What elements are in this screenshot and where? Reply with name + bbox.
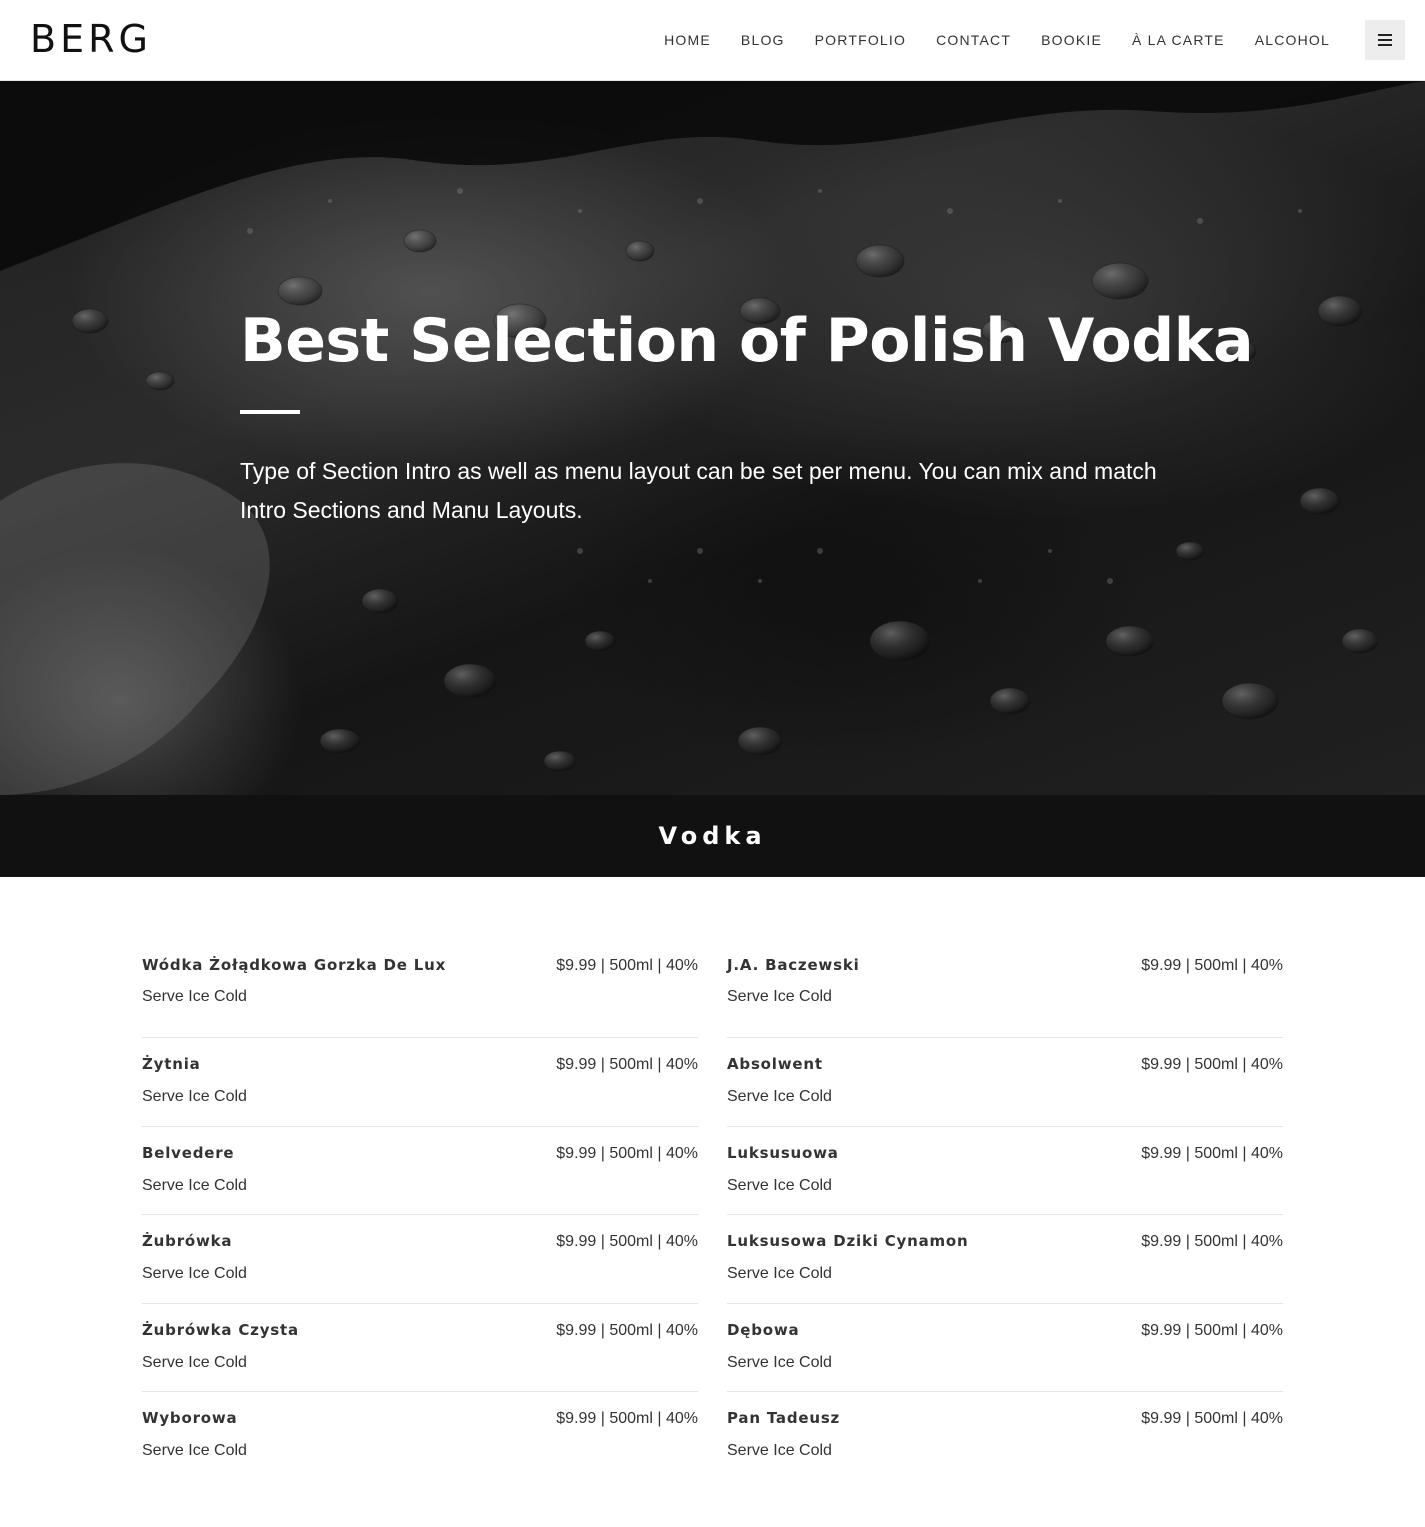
menu-item-price: $9.99 | 500ml | 40%	[1141, 1056, 1283, 1074]
menu-item-price: $9.99 | 500ml | 40%	[556, 1321, 698, 1339]
menu-item-description: Serve Ice Cold	[142, 1176, 247, 1194]
menu-item-price: $9.99 | 500ml | 40%	[1141, 1233, 1283, 1251]
nav-home[interactable]: HOME	[664, 30, 711, 50]
nav-contact[interactable]: CONTACT	[936, 30, 1011, 50]
logo-text: BERG	[30, 17, 152, 61]
menu-item-price: $9.99 | 500ml | 40%	[1141, 1144, 1283, 1162]
menu-item-price: $9.99 | 500ml | 40%	[556, 957, 698, 974]
menu-toggle-button[interactable]	[1365, 20, 1405, 60]
menu-item-name: Luksusuowa	[727, 1143, 839, 1162]
menu-item: Żytnia $9.99 | 500ml | 40% Serve Ice Col…	[142, 1038, 698, 1127]
section-title-band: Vodka	[0, 795, 1425, 877]
menu-item-description: Serve Ice Cold	[142, 1353, 247, 1371]
site-header: BERG HOME BLOG PORTFOLIO CONTACT BOOKIE …	[0, 0, 1425, 81]
hero-intro-text: Type of Section Intro as well as menu la…	[240, 458, 1157, 523]
menu-item-description: Serve Ice Cold	[727, 1441, 832, 1459]
menu-item-price: $9.99 | 500ml | 40%	[1141, 1321, 1283, 1339]
hero-title: Best Selection of Polish Vodka	[240, 306, 1254, 376]
menu-item: Dębowa $9.99 | 500ml | 40% Serve Ice Col…	[727, 1304, 1283, 1392]
menu-item-description: Serve Ice Cold	[142, 1265, 247, 1283]
menu-item-price: $9.99 | 500ml | 40%	[556, 1144, 698, 1162]
hero-content: Best Selection of Polish Vodka Type of S…	[240, 306, 1254, 530]
menu-column-left: Wódka Żołądkowa Gorzka De Lux $9.99 | 50…	[142, 950, 698, 1480]
menu-item: Żubrówka $9.99 | 500ml | 40% Serve Ice C…	[142, 1215, 698, 1304]
menu-item-name: Luksusowa Dziki Cynamon	[727, 1232, 969, 1251]
menu-item-price: $9.99 | 500ml | 40%	[1141, 1409, 1283, 1427]
menu-item: Absolwent $9.99 | 500ml | 40% Serve Ice …	[727, 1038, 1283, 1127]
menu-item: Luksusowa Dziki Cynamon $9.99 | 500ml | …	[727, 1215, 1283, 1304]
menu-item-name: Wódka Żołądkowa Gorzka De Lux	[142, 956, 447, 974]
menu-item: Belvedere $9.99 | 500ml | 40% Serve Ice …	[142, 1127, 698, 1216]
menu-item: Żubrówka Czysta $9.99 | 500ml | 40% Serv…	[142, 1304, 698, 1392]
menu-item-name: Żubrówka Czysta	[142, 1320, 299, 1339]
menu-item-name: Absolwent	[727, 1055, 823, 1074]
menu-item-description: Serve Ice Cold	[727, 988, 832, 1005]
menu-item-name: Żubrówka	[142, 1232, 233, 1251]
menu-item: J.A. Baczewski $9.99 | 500ml | 40% Serve…	[727, 950, 1283, 1039]
menu-item-price: $9.99 | 500ml | 40%	[556, 1233, 698, 1251]
hamburger-icon	[1378, 34, 1392, 46]
nav-bookie[interactable]: BOOKIE	[1041, 30, 1102, 50]
site-logo[interactable]: BERG	[30, 17, 152, 61]
menu-item-name: J.A. Baczewski	[727, 956, 860, 974]
nav-a-la-carte[interactable]: À LA CARTE	[1132, 30, 1225, 50]
nav-alcohol[interactable]: ALCOHOL	[1255, 30, 1330, 50]
section-title: Vodka	[658, 822, 767, 850]
menu-item-price: $9.99 | 500ml | 40%	[556, 1056, 698, 1074]
menu-item-name: Żytnia	[142, 1055, 201, 1074]
menu-item: Pan Tadeusz $9.99 | 500ml | 40% Serve Ic…	[727, 1392, 1283, 1480]
hero-section: Best Selection of Polish Vodka Type of S…	[0, 81, 1425, 795]
menu-item-price: $9.99 | 500ml | 40%	[1141, 957, 1283, 974]
menu-item: Luksusuowa $9.99 | 500ml | 40% Serve Ice…	[727, 1127, 1283, 1216]
menu-item-description: Serve Ice Cold	[727, 1176, 832, 1194]
menu-item-description: Serve Ice Cold	[142, 988, 247, 1005]
menu-item-description: Serve Ice Cold	[142, 1088, 247, 1106]
menu-item-name: Dębowa	[727, 1320, 800, 1339]
menu-item-description: Serve Ice Cold	[727, 1353, 832, 1371]
menu-list: Wódka Żołądkowa Gorzka De Lux $9.99 | 50…	[142, 950, 1283, 1480]
hero-divider	[240, 410, 300, 414]
main-nav: HOME BLOG PORTFOLIO CONTACT BOOKIE À LA …	[634, 30, 1330, 50]
nav-portfolio[interactable]: PORTFOLIO	[815, 30, 906, 50]
menu-item-description: Serve Ice Cold	[727, 1088, 832, 1106]
menu-item: Wyborowa $9.99 | 500ml | 40% Serve Ice C…	[142, 1392, 698, 1480]
menu-column-right: J.A. Baczewski $9.99 | 500ml | 40% Serve…	[727, 950, 1283, 1480]
menu-item-name: Belvedere	[142, 1143, 235, 1162]
menu-item-description: Serve Ice Cold	[727, 1265, 832, 1283]
menu-item-description: Serve Ice Cold	[142, 1441, 247, 1459]
menu-item-price: $9.99 | 500ml | 40%	[556, 1409, 698, 1427]
nav-blog[interactable]: BLOG	[741, 30, 785, 50]
menu-item: Wódka Żołądkowa Gorzka De Lux $9.99 | 50…	[142, 950, 698, 1039]
menu-item-name: Pan Tadeusz	[727, 1408, 841, 1427]
menu-item-name: Wyborowa	[142, 1408, 238, 1427]
